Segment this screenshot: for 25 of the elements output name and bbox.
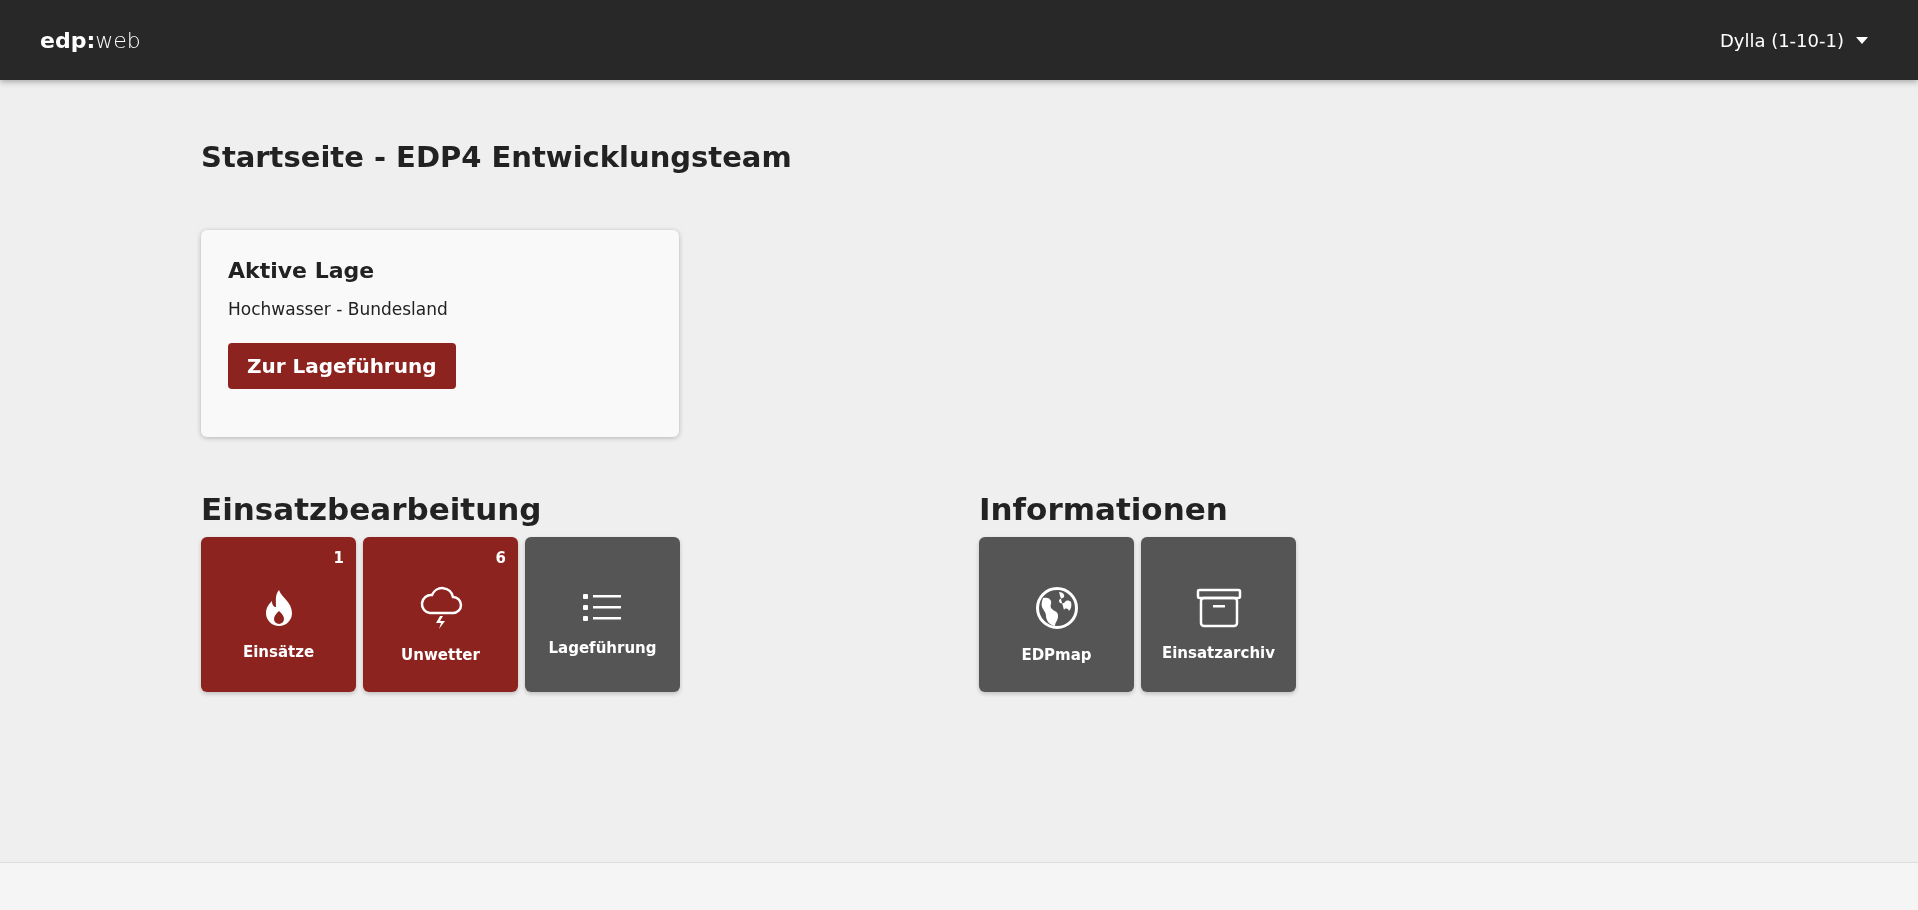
tile-label: Einsätze: [242, 642, 315, 661]
section-title: Informationen: [979, 491, 1229, 527]
card-title: Aktive Lage: [228, 258, 376, 283]
flame-icon: [263, 588, 294, 627]
list-icon: [582, 592, 623, 623]
page-title: Startseite - EDP4 Entwicklungsteam: [201, 140, 793, 174]
user-menu[interactable]: Dylla (1-10-1): [1719, 29, 1868, 51]
tile-label: EDPmap: [1021, 645, 1092, 664]
count-label: 1: [333, 549, 344, 567]
globe-icon: [1034, 585, 1079, 630]
archive-box-icon: [1195, 587, 1242, 628]
tile-button[interactable]: 1 Einsätze: [201, 537, 356, 692]
card-text: Hochwasser - Bundesland: [228, 299, 449, 319]
tile-button[interactable]: 6 Unwetter: [363, 537, 518, 692]
tile-label: Einsatzarchiv: [1162, 643, 1275, 662]
tile-button[interactable]: EDPmap: [979, 537, 1134, 692]
section-title: Einsatzbearbeitung: [201, 491, 543, 527]
tile-button[interactable]: Lageführung: [525, 537, 680, 692]
count-label: 6: [495, 549, 506, 567]
tile-label: Lageführung: [548, 638, 657, 657]
tile-button[interactable]: Einsatzarchiv: [1141, 537, 1296, 692]
situation-button[interactable]: Zur Lageführung: [228, 343, 456, 389]
tile-label: Unwetter: [401, 645, 480, 664]
caret-icon: [1856, 36, 1868, 44]
brand-logo[interactable]: edp:web: [40, 27, 141, 53]
